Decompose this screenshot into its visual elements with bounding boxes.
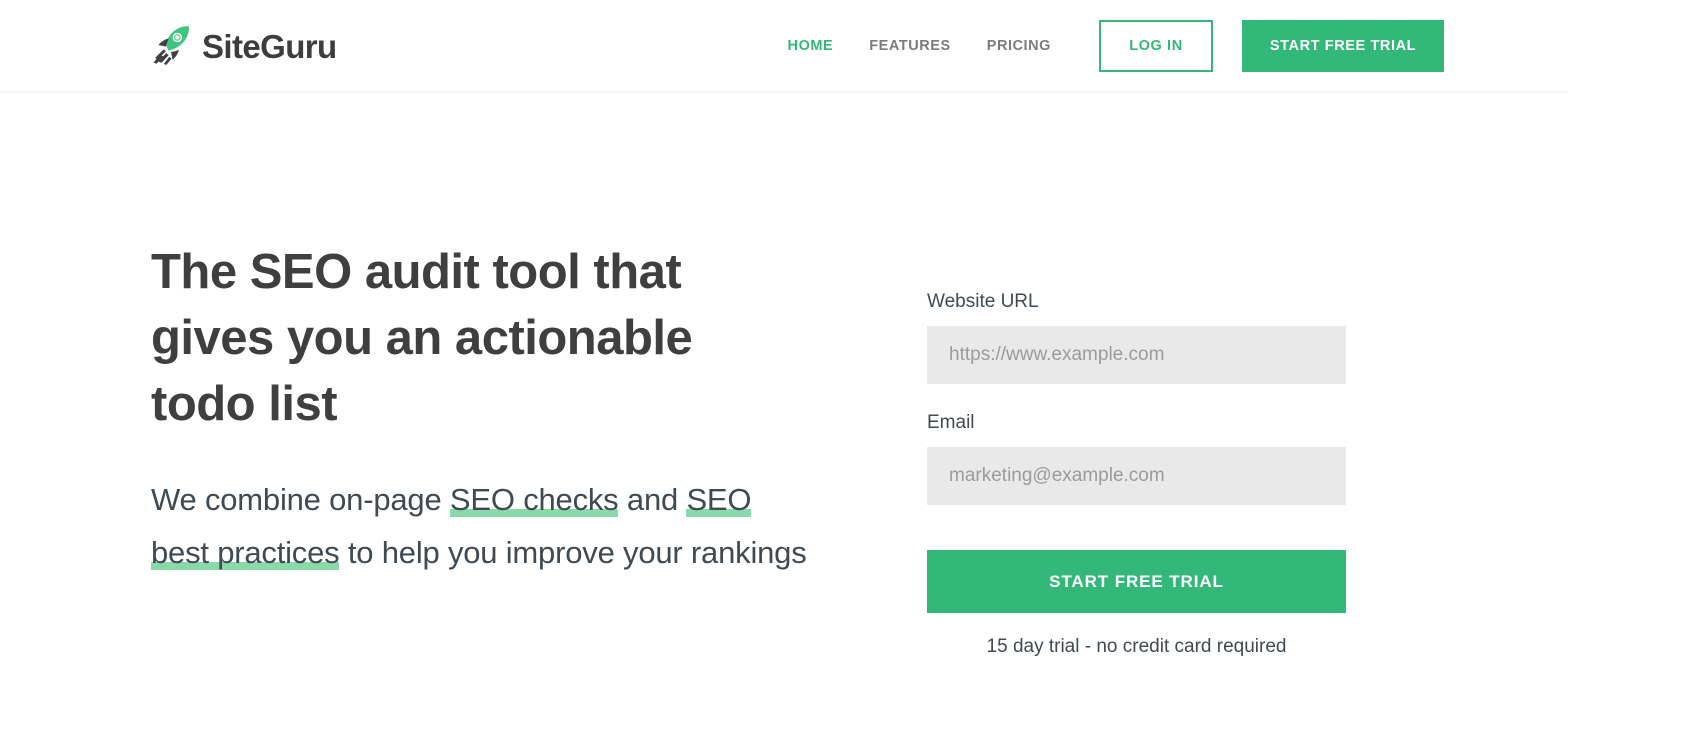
nav-item-home[interactable]: HOME	[770, 39, 852, 54]
page-title: The SEO audit tool that gives you an act…	[151, 245, 693, 431]
site-viewport: SiteGuru HOME FEATURES PRICING LOG IN ST…	[0, 0, 1568, 750]
nav-item-pricing[interactable]: PRICING	[969, 39, 1069, 54]
form-start-free-trial-button[interactable]: START FREE TRIAL	[927, 550, 1346, 613]
trial-disclaimer: 15 day trial - no credit card required	[986, 636, 1287, 657]
rocket-icon	[151, 23, 197, 69]
field-spacer	[927, 384, 1346, 411]
website-url-label: Website URL	[927, 291, 1039, 312]
email-input[interactable]	[927, 447, 1346, 505]
logo-text: SiteGuru	[202, 27, 337, 65]
email-label: Email	[927, 412, 975, 433]
hero-subtitle: We combine on-page SEO checks and SEO be…	[151, 437, 811, 579]
login-button[interactable]: LOG IN	[1099, 20, 1213, 72]
logo-link[interactable]: SiteGuru	[151, 22, 337, 70]
nav-item-features[interactable]: FEATURES	[851, 39, 968, 54]
signup-form: Website URL Email START FREE TRIAL 15 da…	[927, 290, 1346, 660]
main-nav: HOME FEATURES PRICING LOG IN START FREE …	[770, 0, 1444, 92]
hero-copy: The SEO audit tool that gives you an act…	[151, 239, 851, 579]
hero-subtitle-part-1: We combine on-page	[151, 482, 450, 517]
hero-subtitle-part-3: to help you improve your rankings	[339, 535, 807, 570]
site-header: SiteGuru HOME FEATURES PRICING LOG IN ST…	[0, 0, 1568, 94]
hero-subtitle-part-2: and	[618, 482, 687, 517]
page-root: SiteGuru HOME FEATURES PRICING LOG IN ST…	[0, 0, 1683, 750]
website-url-input[interactable]	[927, 326, 1346, 384]
hero-subtitle-highlight-seo-checks: SEO checks	[449, 482, 619, 517]
page-right-gutter	[1568, 0, 1683, 750]
header-start-free-trial-button[interactable]: START FREE TRIAL	[1242, 20, 1444, 72]
hero-section: The SEO audit tool that gives you an act…	[0, 92, 1568, 750]
